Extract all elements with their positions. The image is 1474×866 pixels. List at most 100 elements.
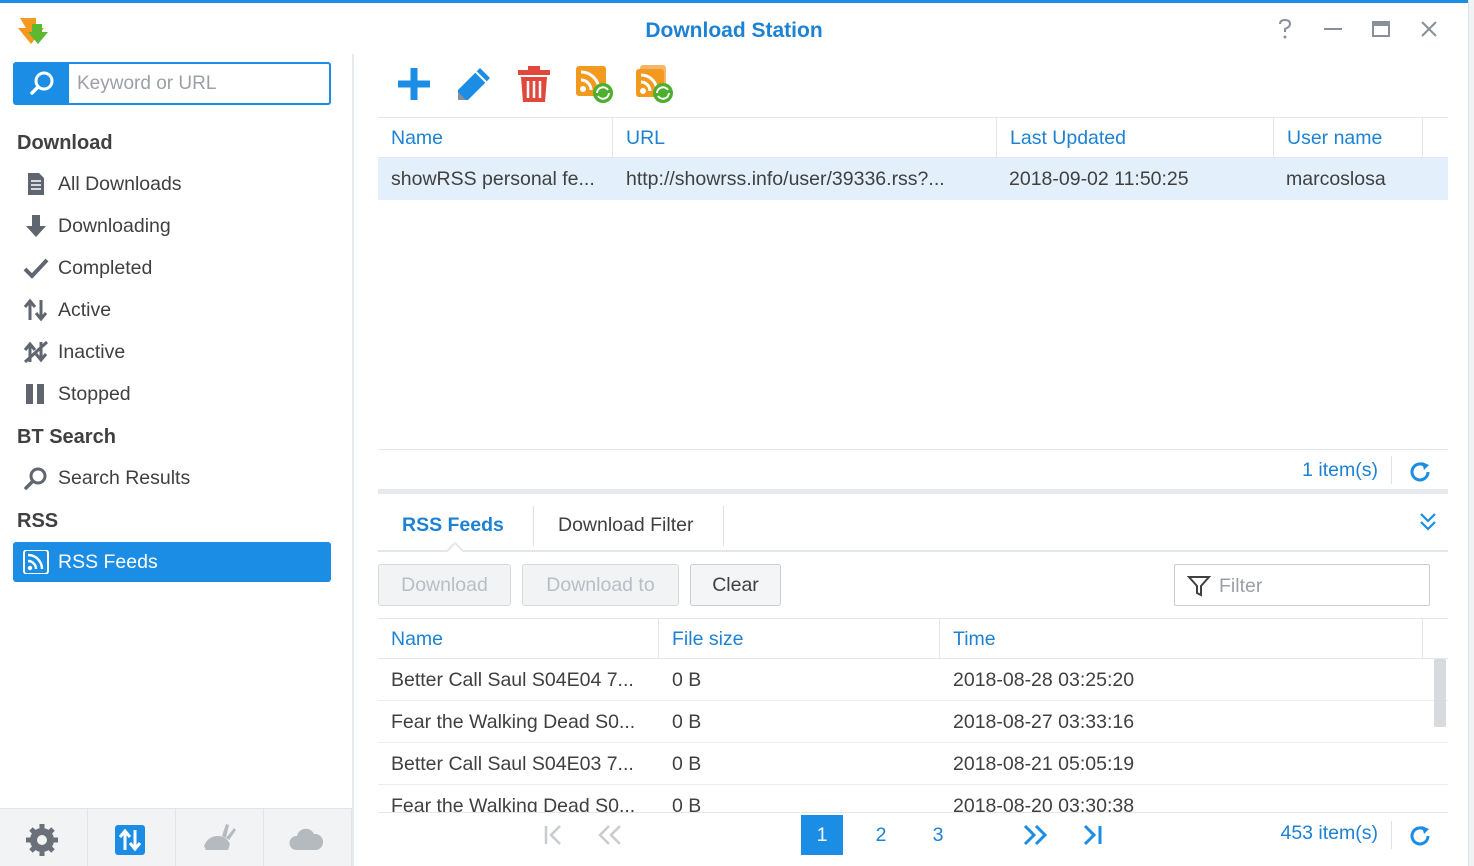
divider	[1391, 456, 1392, 484]
column-header-user-name[interactable]: User name	[1274, 118, 1423, 158]
clear-button[interactable]: Clear	[690, 564, 781, 606]
last-page-icon[interactable]	[1080, 824, 1104, 846]
next-pages-icon[interactable]	[1021, 824, 1049, 846]
item-time: 2018-08-20 03:30:38	[953, 795, 1135, 812]
cloud-icon	[289, 828, 324, 850]
sidebar-item-label: Search Results	[58, 467, 191, 489]
feed-name: showRSS personal fe...	[391, 168, 595, 190]
table-header: Name URL Last Updated User name	[378, 117, 1448, 158]
transfer-icon	[115, 825, 145, 855]
edit-button[interactable]	[454, 64, 494, 104]
feeds-footer: 1 item(s)	[378, 449, 1448, 489]
refresh-icon[interactable]	[1408, 824, 1432, 848]
tab-download-filter[interactable]: Download Filter	[534, 506, 717, 546]
checkmark-icon	[23, 258, 49, 279]
item-file-size: 0 B	[672, 795, 702, 812]
rss-refresh-button[interactable]	[574, 64, 614, 104]
column-header-url[interactable]: URL	[613, 118, 997, 158]
double-chevron-down-icon[interactable]	[1416, 510, 1440, 534]
add-button[interactable]	[394, 64, 434, 104]
delete-button[interactable]	[514, 64, 554, 104]
close-icon[interactable]	[1416, 16, 1442, 42]
refresh-icon[interactable]	[1408, 460, 1432, 484]
window-title: Download Station	[645, 19, 823, 42]
items-count: 453 item(s)	[1280, 822, 1378, 844]
sidebar-item-label: Stopped	[58, 383, 131, 405]
table-row[interactable]: Fear the Walking Dead S0... 0 B 2018-08-…	[378, 701, 1448, 743]
minimize-icon[interactable]	[1320, 16, 1346, 42]
filter-box	[1174, 564, 1430, 606]
column-header-time[interactable]: Time	[940, 619, 1423, 659]
feed-user-name: marcoslosa	[1286, 168, 1386, 190]
inactive-icon	[23, 340, 49, 364]
document-icon	[28, 173, 44, 195]
sidebar-item-label: Downloading	[58, 215, 171, 237]
column-header-last-updated[interactable]: Last Updated	[997, 118, 1274, 158]
search-input[interactable]	[77, 70, 322, 98]
item-time: 2018-08-28 03:25:20	[953, 669, 1135, 691]
sidebar-bottom-bar	[0, 808, 352, 866]
add-icon	[398, 68, 430, 100]
rss-refresh-all-icon	[636, 65, 673, 103]
sidebar-item-completed[interactable]: Completed	[13, 248, 331, 288]
maximize-icon[interactable]	[1368, 16, 1394, 42]
item-file-size: 0 B	[672, 753, 702, 775]
previous-pages-icon[interactable]	[596, 824, 624, 846]
settings-button[interactable]	[0, 809, 88, 866]
up-down-arrows-icon	[23, 298, 48, 322]
sidebar-item-label: All Downloads	[58, 173, 182, 195]
active-tab-pointer-icon	[446, 542, 464, 552]
feeds-item-count: 1 item(s)	[1302, 459, 1378, 481]
sidebar-item-all-downloads[interactable]: All Downloads	[13, 164, 331, 204]
sidebar-item-rss-feeds[interactable]: RSS Feeds	[13, 542, 331, 582]
cloud-button[interactable]	[264, 809, 352, 866]
page-2-button[interactable]: 2	[866, 815, 896, 855]
window-edge	[1468, 0, 1474, 866]
rss-feeds-table: Name URL Last Updated User name showRSS …	[378, 117, 1448, 449]
download-station-window: Download Station Download	[0, 0, 1468, 866]
download-to-button[interactable]: Download to	[522, 564, 679, 606]
column-header-file-size[interactable]: File size	[659, 619, 940, 659]
page-3-button[interactable]: 3	[923, 815, 953, 855]
sidebar-item-active[interactable]: Active	[13, 290, 331, 330]
download-button[interactable]: Download	[378, 564, 511, 606]
table-row[interactable]: Fear the Walking Dead S0... 0 B 2018-08-…	[378, 785, 1448, 812]
feed-last-updated: 2018-09-02 11:50:25	[1009, 168, 1189, 190]
column-header-name[interactable]: Name	[378, 118, 613, 158]
divider	[723, 506, 724, 546]
emule-button[interactable]	[176, 809, 264, 866]
pause-icon	[26, 384, 44, 404]
scrollbar-thumb[interactable]	[1434, 659, 1446, 727]
item-name: Fear the Walking Dead S0...	[391, 711, 636, 733]
item-name: Fear the Walking Dead S0...	[391, 795, 636, 812]
delete-icon	[518, 66, 550, 102]
item-time: 2018-08-21 05:05:19	[953, 753, 1135, 775]
sidebar-item-search-results[interactable]: Search Results	[13, 458, 331, 498]
first-page-icon[interactable]	[542, 824, 566, 846]
item-name: Better Call Saul S04E04 7...	[391, 669, 634, 691]
filter-input[interactable]	[1219, 573, 1419, 599]
rss-refresh-all-button[interactable]	[634, 64, 674, 104]
search-button[interactable]	[15, 64, 69, 103]
table-row[interactable]: showRSS personal fe... http://showrss.in…	[378, 158, 1448, 200]
table-row[interactable]: Better Call Saul S04E04 7... 0 B 2018-08…	[378, 659, 1448, 701]
page-1-button[interactable]: 1	[801, 815, 843, 855]
panel-divider[interactable]	[378, 489, 1448, 494]
sidebar-item-downloading[interactable]: Downloading	[13, 206, 331, 246]
pagination: 1 2 3 453 item(s)	[378, 812, 1448, 856]
sidebar-item-inactive[interactable]: Inactive	[13, 332, 331, 372]
arrow-down-icon	[26, 215, 46, 237]
search-icon	[24, 467, 47, 490]
item-time: 2018-08-27 03:33:16	[953, 711, 1135, 733]
settings-gear-icon	[26, 824, 58, 856]
tab-rss-feeds[interactable]: RSS Feeds	[378, 506, 528, 546]
sidebar-item-label: Completed	[58, 257, 153, 279]
sidebar-item-stopped[interactable]: Stopped	[13, 374, 331, 414]
column-header-name[interactable]: Name	[378, 619, 659, 659]
transfer-button[interactable]	[88, 809, 176, 866]
item-file-size: 0 B	[672, 711, 702, 733]
help-icon[interactable]	[1272, 16, 1298, 42]
section-title-download: Download	[17, 132, 113, 154]
section-title-bt-search: BT Search	[17, 426, 116, 448]
table-row[interactable]: Better Call Saul S04E03 7... 0 B 2018-08…	[378, 743, 1448, 785]
